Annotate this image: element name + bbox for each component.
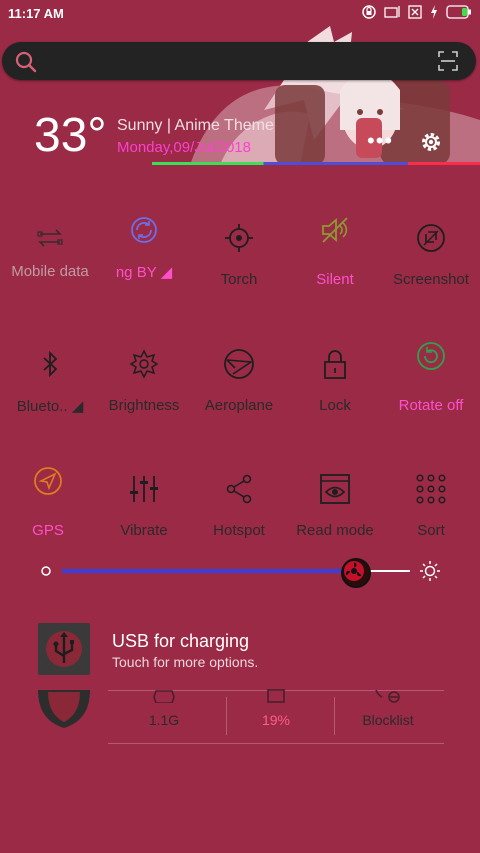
lock-icon — [324, 350, 346, 379]
toggle-label: Silent — [316, 271, 354, 288]
search-icon[interactable] — [14, 50, 38, 74]
toggle-label: Sort — [417, 522, 445, 539]
brightness-high-icon — [420, 561, 440, 581]
no-sim-icon — [408, 5, 422, 19]
brightness-slider[interactable] — [38, 556, 450, 588]
date-label[interactable]: Monday,09/Jul/2018 — [117, 139, 251, 156]
no-signal-icon — [384, 6, 400, 18]
storage-icon — [267, 689, 285, 703]
rotate-icon — [417, 342, 445, 370]
toggle-screenshot[interactable]: Screenshot — [383, 222, 479, 302]
alarm-lock-icon — [362, 5, 376, 19]
toggle-gps[interactable]: GPS — [0, 465, 96, 545]
brightness-icon — [129, 349, 159, 379]
read-mode-icon — [320, 474, 350, 504]
toggle-rotate[interactable]: Rotate off — [383, 340, 479, 420]
sharingan-icon — [344, 561, 365, 581]
hotspot-icon — [226, 474, 252, 504]
memory-value: 1.1G — [148, 712, 180, 728]
notification-subtitle: Touch for more options. — [112, 654, 259, 670]
toggle-label: Mobile data — [11, 263, 89, 280]
toggle-hotspot[interactable]: Hotspot — [191, 473, 287, 553]
screenshot-icon — [417, 224, 445, 252]
weather-condition[interactable]: Sunny | Anime Theme — [117, 117, 274, 135]
toggle-brightness[interactable]: Brightness — [96, 348, 192, 428]
toggle-silent[interactable]: Silent — [287, 214, 383, 294]
toggle-label: Screenshot — [393, 271, 469, 288]
brightness-low-icon — [41, 566, 51, 576]
more-options-button[interactable]: ••• — [367, 130, 393, 152]
notification-title: USB for charging — [112, 631, 250, 651]
vibrate-icon — [130, 476, 158, 502]
toggle-torch[interactable]: Torch — [191, 222, 287, 302]
storage-stat[interactable]: 19% — [220, 689, 332, 743]
blocklist-icon — [375, 689, 400, 703]
slider-thumb[interactable] — [341, 558, 372, 588]
silent-icon — [322, 217, 348, 243]
toggle-label: ng BY ◢ — [115, 264, 173, 281]
toggle-label: Read mode — [296, 522, 374, 539]
scan-icon[interactable] — [438, 51, 458, 71]
mobile-data-icon — [37, 229, 63, 247]
gps-icon — [34, 467, 62, 495]
storage-value: 19% — [261, 712, 291, 728]
toggle-label: Brightness — [108, 397, 180, 414]
toggle-mobile-data[interactable]: Mobile data — [2, 222, 98, 302]
aeroplane-icon — [224, 349, 254, 379]
toggle-label: Torch — [220, 271, 258, 288]
stats-strip: 1.1G 19% Blocklist — [108, 689, 444, 744]
toggle-label: Blueto.. ◢ — [16, 398, 84, 415]
temperature[interactable]: 33° — [34, 108, 107, 163]
toggle-read-mode[interactable]: Read mode — [287, 473, 383, 553]
slider-track-filled — [62, 569, 355, 573]
toggle-label: Hotspot — [213, 522, 265, 539]
sync-icon — [131, 217, 157, 243]
torch-icon — [225, 224, 253, 252]
toggle-vibrate[interactable]: Vibrate — [96, 473, 192, 553]
toggle-aeroplane[interactable]: Aeroplane — [191, 348, 287, 428]
memory-icon — [153, 690, 175, 703]
toggle-lock[interactable]: Lock — [287, 348, 383, 428]
charging-icon — [431, 5, 437, 19]
usb-icon — [38, 623, 90, 675]
status-icons — [362, 5, 472, 19]
toggle-label: Lock — [319, 397, 351, 414]
status-bar: 11:17 AM — [0, 0, 480, 28]
gear-icon[interactable] — [418, 129, 444, 155]
memory-stat[interactable]: 1.1G — [108, 690, 220, 743]
blocklist-stat[interactable]: Blocklist — [332, 689, 444, 743]
toggle-bluetooth[interactable]: Blueto.. ◢ — [2, 348, 98, 428]
toggle-label: GPS — [32, 522, 64, 539]
bluetooth-icon — [43, 350, 58, 378]
battery-icon — [446, 5, 471, 19]
security-shield-icon[interactable] — [38, 690, 90, 730]
toggle-sync[interactable]: ng BY ◢ — [96, 214, 192, 294]
toggle-label: Aeroplane — [204, 397, 274, 414]
status-time: 11:17 AM — [8, 6, 64, 21]
toggle-sort[interactable]: Sort — [383, 473, 479, 553]
toggle-label: Vibrate — [120, 522, 168, 539]
search-bar[interactable] — [2, 42, 476, 80]
color-divider — [152, 162, 480, 165]
usb-notification[interactable]: USB for charging Touch for more options. — [38, 623, 458, 683]
toggle-label: Rotate off — [398, 397, 464, 414]
blocklist-label: Blocklist — [362, 712, 414, 728]
sort-icon — [416, 474, 446, 504]
